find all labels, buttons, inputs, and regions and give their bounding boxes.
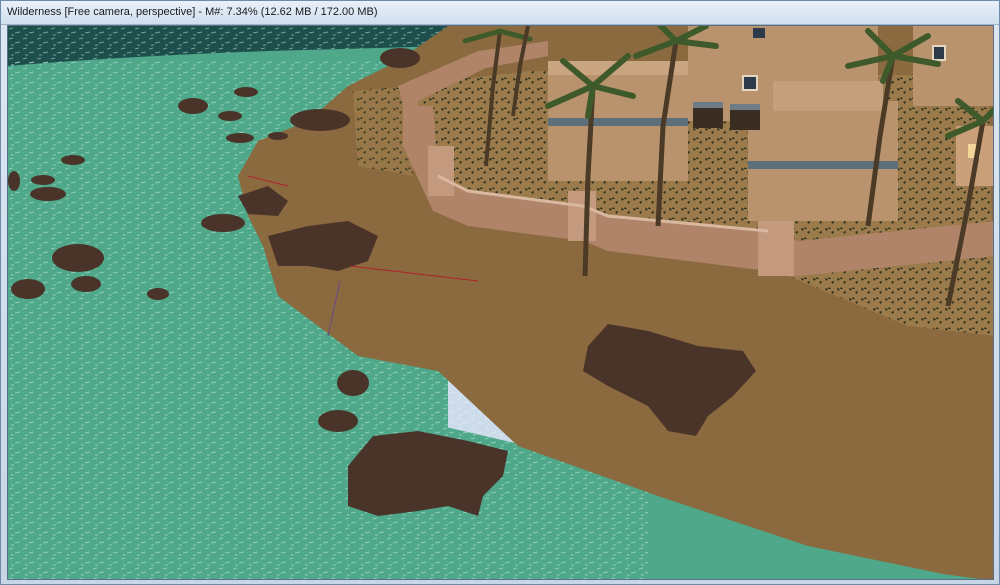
rock-water-11[interactable] [178,98,208,114]
rock-water-8[interactable] [30,187,66,201]
rock-water-6[interactable] [318,410,358,432]
rock-water-16[interactable] [268,132,288,140]
cart-2[interactable] [730,104,760,130]
rock-water-12[interactable] [218,111,242,121]
building-center[interactable] [548,61,688,181]
window-title: Wilderness [Free camera, perspective] - … [7,6,378,18]
rock-water-15[interactable] [290,109,350,131]
rock-water-10[interactable] [61,155,85,165]
title-bar[interactable]: Wilderness [Free camera, perspective] - … [1,1,999,25]
rock-water-18[interactable] [8,171,20,191]
rock-water-14[interactable] [226,133,254,143]
cart-1[interactable] [693,102,723,128]
game-viewport[interactable] [7,25,994,580]
rock-water-2[interactable] [11,279,45,299]
rock-water-9[interactable] [31,175,55,185]
rock-water-1[interactable] [52,244,104,272]
rock-water-7[interactable] [201,214,245,232]
rock-water-5[interactable] [337,370,369,396]
rock-water-17[interactable] [380,48,420,68]
scene-canvas[interactable] [8,26,994,580]
rock-water-3[interactable] [71,276,101,292]
rock-water-13[interactable] [234,87,258,97]
rock-water-4[interactable] [147,288,169,300]
game-window: Wilderness [Free camera, perspective] - … [0,0,1000,585]
